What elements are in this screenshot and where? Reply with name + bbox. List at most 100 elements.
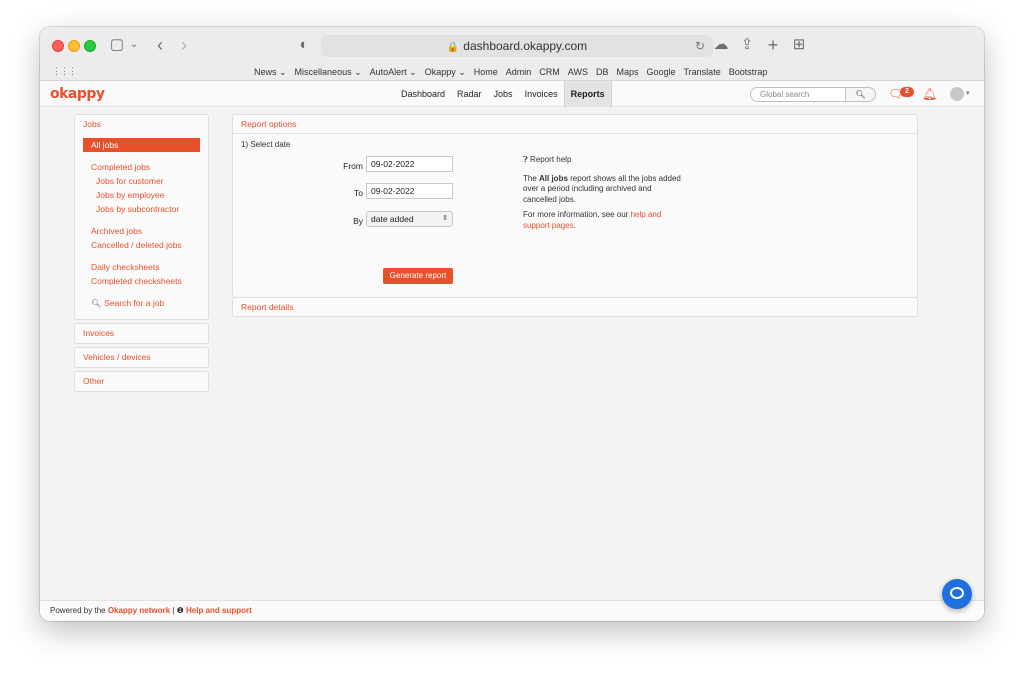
report-help: ❓︎ Report help The All jobs report shows… [523,155,683,236]
bookmark-db[interactable]: DB [596,67,609,78]
nav-radar[interactable]: Radar [451,81,488,107]
nav-reports[interactable]: Reports [563,81,612,107]
help-text-bold: All jobs [539,173,568,183]
bookmark-bootstrap[interactable]: Bootstrap [729,67,768,78]
other-group-header[interactable]: Other [75,372,208,391]
help-more-pre: For more information, see our [523,210,631,219]
vehicles-group-header[interactable]: Vehicles / devices [75,348,208,367]
report-help-title-text: Report help [530,155,572,164]
select-arrows-icon: ⇕ [442,215,448,222]
browser-toolbar: ▢ ⌄ ‹ › ◐ 🔒 dashboard.okappy.com ↻ ☁ ⇪ + … [40,27,984,63]
cloud-icon[interactable]: ☁ [712,35,730,55]
search-button[interactable]: 🔍︎ [846,87,876,102]
sidebar-item-archived-jobs[interactable]: Archived jobs [83,224,200,238]
nav-jobs[interactable]: Jobs [488,81,519,107]
sidebar-toggle-icon[interactable]: ▢ [108,35,126,55]
chat-count-badge: 2 [900,87,914,97]
help-and-support-link[interactable]: Help and support [186,606,252,615]
bookmark-okappy[interactable]: Okappy ⌄ [425,67,466,78]
avatar[interactable] [950,87,964,101]
bookmark-list: News ⌄ Miscellaneous ⌄ AutoAlert ⌄ Okapp… [254,67,767,78]
report-details-panel: Report details [232,297,918,317]
report-help-more: For more information, see our help and s… [523,210,683,231]
to-label: To [354,188,363,198]
bookmark-maps[interactable]: Maps [616,67,638,78]
sidebar-item-jobs-for-customer[interactable]: Jobs for customer [83,174,200,188]
okappy-logo[interactable]: okappy [50,86,105,102]
nav-invoices[interactable]: Invoices [519,81,564,107]
bookmark-crm[interactable]: CRM [539,67,560,78]
global-search-input[interactable]: Global search [750,87,846,102]
jobs-group: Jobs All jobs Completed jobs Jobs for cu… [74,114,209,320]
footer-prefix: Powered by the [50,606,108,615]
from-date-input[interactable]: 09-02-2022 [366,156,453,172]
caret-down-icon[interactable]: ▾ [966,89,970,97]
report-options-panel: Report options 1) Select date From 09-02… [232,114,918,298]
close-window-button[interactable] [52,40,64,52]
minimize-window-button[interactable] [68,40,80,52]
search-icon: 🔍︎ [91,299,102,308]
sidebar-item-jobs-by-subcontractor[interactable]: Jobs by subcontractor [83,202,200,216]
to-date-input[interactable]: 09-02-2022 [366,183,453,199]
invoices-group-header[interactable]: Invoices [75,324,208,343]
search-job-label: Search for a job [104,298,165,308]
date-basis-select[interactable]: date added ⇕ [366,211,453,227]
url-text: dashboard.okappy.com [463,39,588,53]
search-icon: 🔍︎ [855,90,866,99]
sidebar-item-all-jobs[interactable]: All jobs [83,138,200,152]
main-nav: Dashboard Radar Jobs Invoices Reports [395,81,612,107]
chat-widget-button[interactable] [942,579,972,609]
new-tab-icon[interactable]: + [764,35,782,55]
help-text-pre: The [523,173,540,183]
tab-overview-icon[interactable]: ⊞ [790,35,808,55]
chevron-down-icon[interactable]: ⌄ [128,35,140,55]
app-navbar: okappy Dashboard Radar Jobs Invoices Rep… [40,81,984,107]
select-date-step: 1) Select date [241,140,291,149]
sidebar-item-completed-checksheets[interactable]: Completed checksheets [83,274,200,288]
report-help-text: The All jobs report shows all the jobs a… [523,174,683,206]
bookmark-home[interactable]: Home [474,67,498,78]
chat-bubble-icon [950,587,964,599]
address-bar[interactable]: 🔒 dashboard.okappy.com ↻ [321,35,713,57]
reports-sidebar: Jobs All jobs Completed jobs Jobs for cu… [74,114,209,395]
bookmark-autoalert[interactable]: AutoAlert ⌄ [370,67,417,78]
report-help-title: ❓︎ Report help [523,155,683,166]
sidebar-item-daily-checksheets[interactable]: Daily checksheets [83,260,200,274]
lock-icon: 🔒 [446,42,460,53]
invoices-group: Invoices [74,323,209,344]
question-icon: ❓︎ [523,155,528,164]
from-label: From [343,161,363,171]
browser-window: ▢ ⌄ ‹ › ◐ 🔒 dashboard.okappy.com ↻ ☁ ⇪ + … [40,27,984,621]
info-icon: ❶ [176,606,184,615]
help-more-post: . [573,220,576,230]
bookmark-google[interactable]: Google [646,67,675,78]
bookmark-news[interactable]: News ⌄ [254,67,287,78]
sidebar-item-completed-jobs[interactable]: Completed jobs [83,160,200,174]
bookmarks-bar: ⋮⋮⋮ News ⌄ Miscellaneous ⌄ AutoAlert ⌄ O… [40,63,984,81]
bookmark-admin[interactable]: Admin [506,67,532,78]
nav-dashboard[interactable]: Dashboard [395,81,451,107]
zoom-window-button[interactable] [84,40,96,52]
okappy-network-link[interactable]: Okappy network [108,606,170,615]
jobs-group-header[interactable]: Jobs [75,115,208,134]
report-options-header[interactable]: Report options [233,115,917,134]
other-group: Other [74,371,209,392]
share-icon[interactable]: ⇪ [738,35,756,55]
bookmark-translate[interactable]: Translate [684,67,721,78]
bookmark-aws[interactable]: AWS [568,67,588,78]
sidebar-item-search-job[interactable]: 🔍︎ Search for a job [83,296,200,311]
forward-icon[interactable]: › [176,35,192,55]
by-label: By [353,216,363,226]
bookmark-miscellaneous[interactable]: Miscellaneous ⌄ [295,67,362,78]
vehicles-group: Vehicles / devices [74,347,209,368]
shield-icon[interactable]: ◐ [296,35,312,55]
generate-report-button[interactable]: Generate report [383,268,453,284]
apps-grid-icon[interactable]: ⋮⋮⋮ [52,66,77,77]
sidebar-item-jobs-by-employee[interactable]: Jobs by employee [83,188,200,202]
bell-icon[interactable]: 🔔︎ [922,87,937,101]
sidebar-item-cancelled-jobs[interactable]: Cancelled / deleted jobs [83,238,200,252]
reload-icon[interactable]: ↻ [695,35,705,57]
report-details-header[interactable]: Report details [233,298,917,317]
page-footer: Powered by the Okappy network | ❶ Help a… [40,600,984,621]
back-icon[interactable]: ‹ [152,35,168,55]
